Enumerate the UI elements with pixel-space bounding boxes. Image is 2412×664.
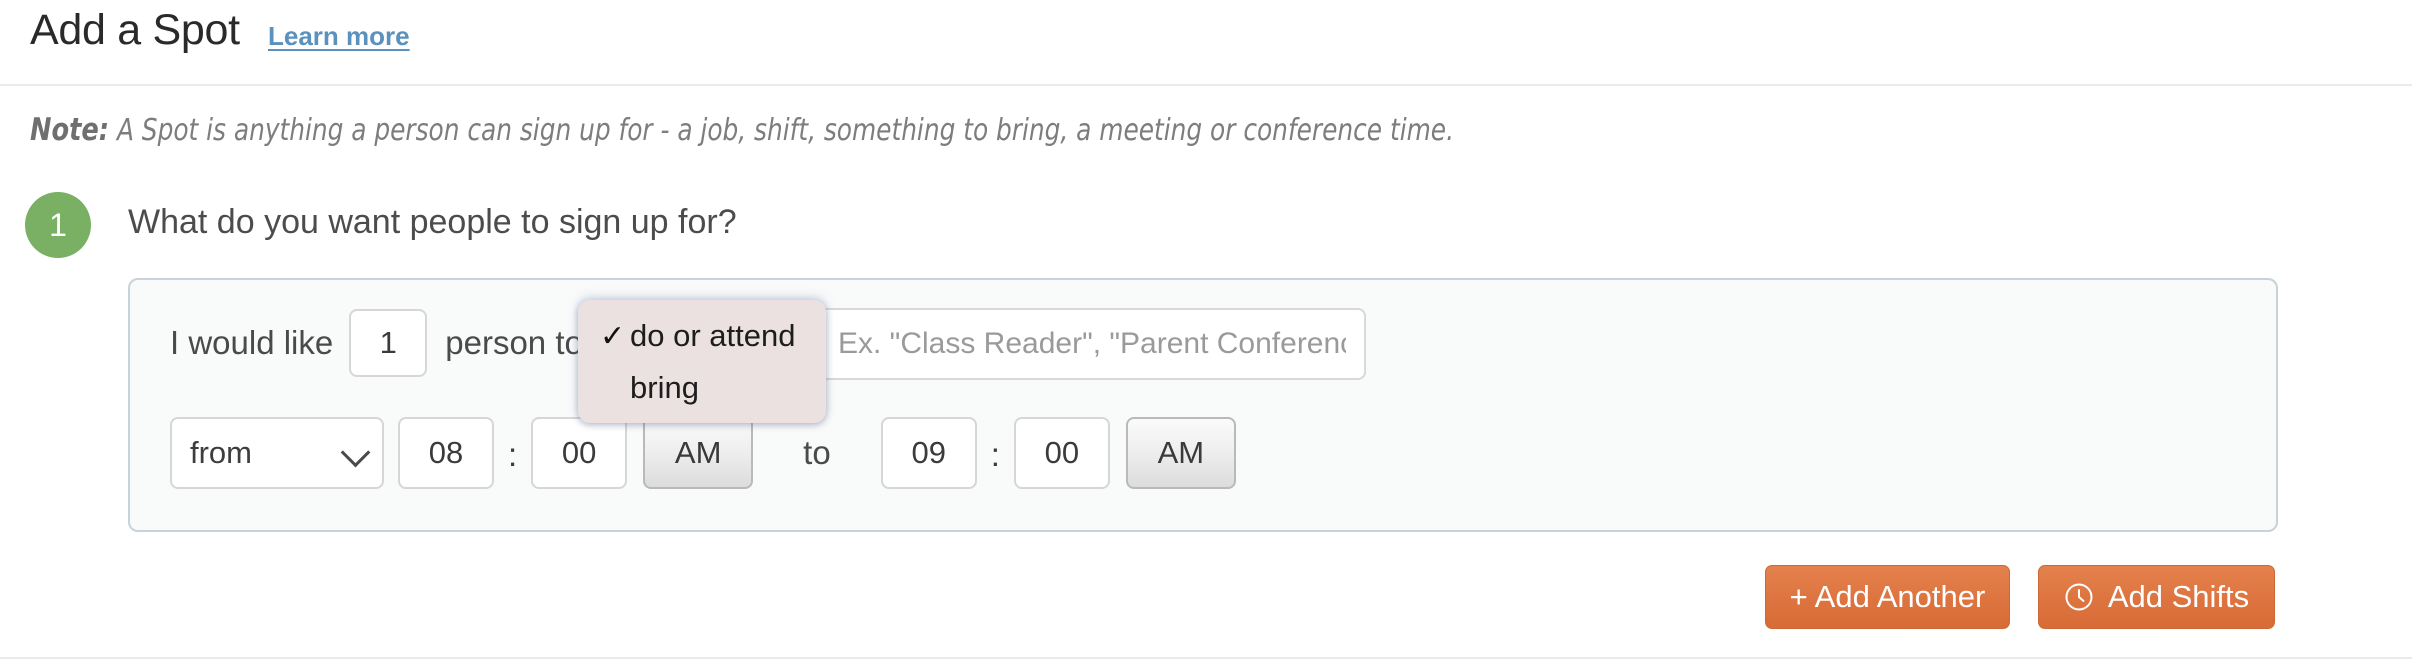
start-time-separator: : (508, 436, 518, 473)
end-time-separator: : (990, 436, 1000, 473)
note-row: Note: A Spot is anything a person can si… (30, 112, 1454, 148)
add-another-label: + Add Another (1789, 579, 1986, 614)
label-to: to (803, 434, 831, 471)
footer-divider (0, 657, 2412, 659)
spot-form-panel: I would like person to from : AM to : AM (128, 278, 2278, 532)
spot-title-input[interactable] (818, 308, 1366, 380)
label-i-would-like: I would like (170, 324, 334, 361)
dropdown-option-do-or-attend[interactable]: ✓ do or attend (578, 310, 826, 362)
step-question: What do you want people to sign up for? (128, 203, 737, 241)
note-text: A Spot is anything a person can sign up … (116, 113, 1454, 148)
start-hour-input[interactable] (398, 417, 494, 489)
learn-more-link[interactable]: Learn more (268, 21, 410, 52)
time-range-select[interactable]: from (170, 417, 384, 489)
dropdown-option-label: bring (630, 370, 699, 405)
page-title: Add a Spot (30, 6, 240, 54)
note-label: Note: (30, 112, 110, 148)
check-icon: ✓ (600, 319, 626, 353)
page-header: Add a Spot Learn more (0, 0, 2412, 86)
label-person-to: person to (445, 324, 583, 361)
quantity-input[interactable] (349, 309, 428, 377)
verb-dropdown-menu[interactable]: ✓ do or attend bring (578, 300, 826, 423)
add-another-button[interactable]: + Add Another (1765, 565, 2010, 629)
end-minute-input[interactable] (1013, 417, 1110, 489)
start-minute-input[interactable] (531, 417, 628, 489)
dropdown-option-label: do or attend (630, 318, 796, 353)
start-meridiem-button[interactable]: AM (643, 417, 754, 489)
add-shifts-button[interactable]: Add Shifts (2038, 565, 2275, 629)
end-hour-input[interactable] (880, 417, 977, 489)
clock-icon (2065, 583, 2093, 611)
add-shifts-label: Add Shifts (2107, 579, 2250, 614)
dropdown-option-bring[interactable]: bring (578, 362, 826, 414)
end-meridiem-button[interactable]: AM (1125, 417, 1236, 489)
time-range-select-value: from (190, 435, 252, 470)
step-number-badge: 1 (25, 192, 91, 258)
chevron-down-icon (340, 437, 371, 468)
